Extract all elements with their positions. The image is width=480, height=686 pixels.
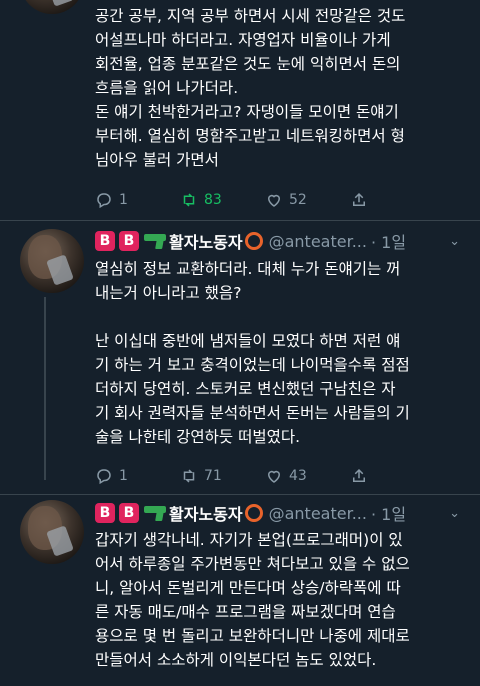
b-badge-1: B	[95, 503, 115, 523]
b-badge-1: B	[95, 231, 115, 251]
divider-1	[0, 220, 480, 221]
share-icon	[353, 468, 365, 482]
retweet-count: 71	[204, 468, 222, 484]
reply-icon	[97, 193, 111, 209]
tweet1-text: 공간 공부, 지역 공부 하면서 시세 전망같은 것도 어설프나마 하더라고. …	[95, 7, 406, 169]
share-icon	[353, 192, 365, 206]
like-count: 43	[289, 468, 307, 484]
tweet-time[interactable]: · 1일	[371, 229, 406, 253]
chevron-down-icon[interactable]: ⌄	[449, 506, 472, 521]
tweet2-actions: 1 71 43	[95, 462, 435, 490]
reply-icon	[97, 469, 111, 485]
like-count: 52	[289, 192, 307, 208]
user-handle[interactable]: @anteater...	[269, 504, 367, 523]
pistol-icon	[144, 234, 166, 248]
tweet-time[interactable]: · 1일	[371, 501, 406, 525]
thread-line-mid	[44, 297, 46, 480]
swirl-icon	[244, 232, 263, 250]
avatar-top[interactable]	[20, 0, 84, 14]
swirl-icon	[244, 504, 263, 522]
like-button[interactable]: 52	[265, 191, 350, 209]
avatar-tweet2[interactable]	[20, 229, 84, 293]
tweet1-actions: 1 83 52	[95, 186, 435, 214]
divider-2	[0, 494, 480, 495]
reply-count: 1	[119, 468, 128, 484]
like-icon	[267, 194, 281, 207]
like-icon	[267, 470, 281, 483]
tweet2-text: 열심히 정보 교환하더라. 대체 누가 돈얘기는 꺼 내는거 아니라고 했음? …	[95, 260, 410, 446]
retweet-icon	[183, 469, 195, 483]
pistol-icon	[144, 506, 166, 520]
retweet-button[interactable]: 71	[180, 467, 265, 485]
b-badge-2: B	[119, 231, 139, 251]
display-name[interactable]: 활자노동자	[169, 229, 243, 253]
reply-button[interactable]: 1	[95, 191, 180, 209]
avatar-tweet3[interactable]	[20, 500, 84, 564]
tweet3-text: 갑자기 생각나네. 자기가 본업(프로그래머)이 있 어서 하루종일 주가변동만…	[95, 531, 410, 669]
reply-count: 1	[119, 192, 128, 208]
like-button[interactable]: 43	[265, 467, 350, 485]
retweet-count: 83	[204, 192, 222, 208]
share-button[interactable]	[350, 467, 435, 485]
tweet3-header: B B 활자노동자 @anteater... · 1일 ⌄	[95, 500, 472, 526]
b-badge-2: B	[119, 503, 139, 523]
display-name[interactable]: 활자노동자	[169, 501, 243, 525]
share-button[interactable]	[350, 191, 435, 209]
retweet-icon	[183, 193, 195, 207]
tweet2-header: B B 활자노동자 @anteater... · 1일 ⌄	[95, 228, 472, 254]
retweet-button[interactable]: 83	[180, 191, 265, 209]
reply-button[interactable]: 1	[95, 467, 180, 485]
user-handle[interactable]: @anteater...	[269, 232, 367, 251]
chevron-down-icon[interactable]: ⌄	[449, 234, 472, 249]
